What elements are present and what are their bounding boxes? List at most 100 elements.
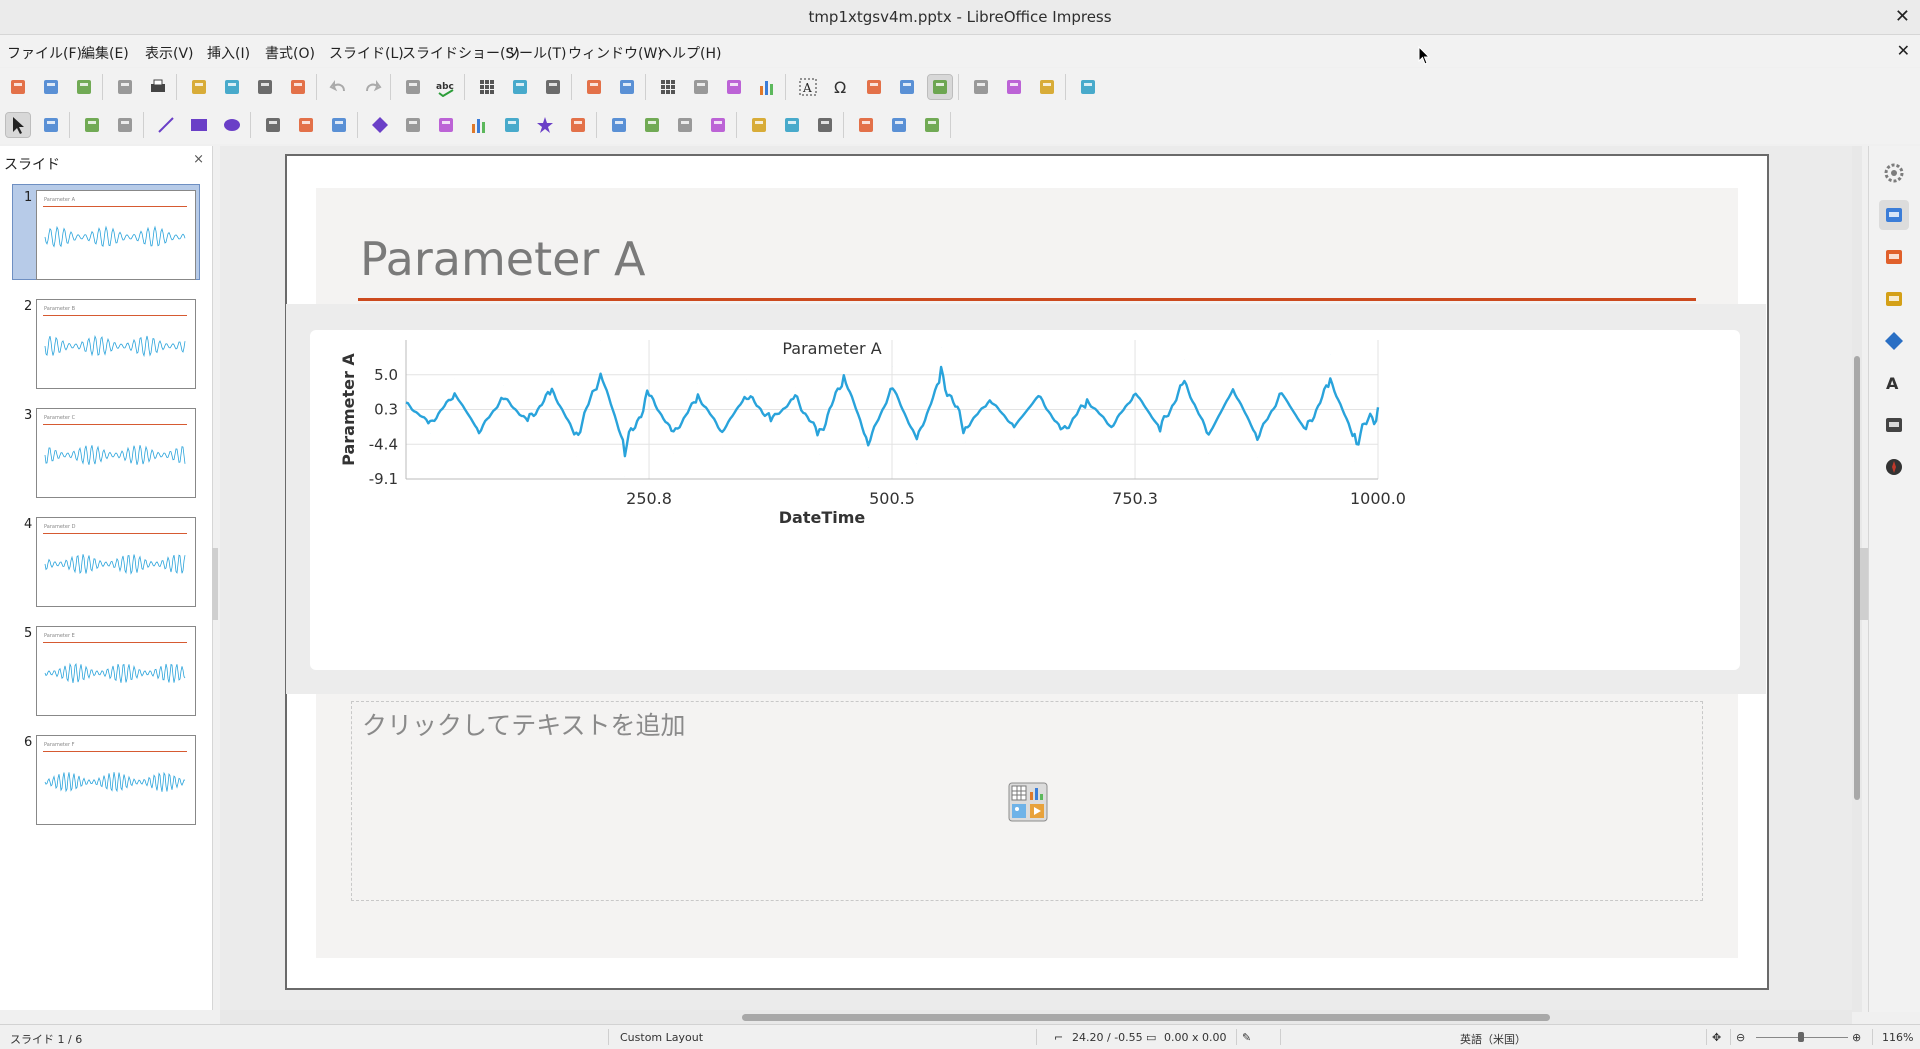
menu-view[interactable]: 表示(V) [145,43,194,63]
slide-layout-button[interactable] [508,75,532,99]
print-button[interactable] [146,75,170,99]
rotate-button[interactable] [607,113,631,137]
curves-button[interactable] [294,113,318,137]
special-character-button[interactable]: Ω [829,75,853,99]
slide-thumbnail[interactable]: Parameter C [36,408,196,498]
line-color-button[interactable] [80,113,104,137]
copy-button[interactable] [220,75,244,99]
select-button[interactable] [6,113,30,137]
spelling-button[interactable]: abc [434,75,458,99]
toggle-extrusion-button[interactable] [920,113,944,137]
menu-tools[interactable]: ツール(T) [505,43,566,63]
3d-objects-button[interactable] [566,113,590,137]
shapes-deck-button[interactable] [1879,326,1909,356]
slide-thumbnail[interactable]: Parameter B [36,299,196,389]
callouts-button[interactable] [500,113,524,137]
animation-deck-button[interactable] [1879,242,1909,272]
chart[interactable]: 5.00.3-4.4-9.1250.8500.5750.31000.0Param… [310,330,1740,670]
slides-pane-splitter[interactable] [212,548,218,620]
stars-button[interactable] [533,113,557,137]
slide-transition-deck-button[interactable] [1879,200,1909,230]
slides-pane-close-button[interactable]: × [193,152,204,167]
hyperlink-button[interactable] [895,75,919,99]
zoom-out-button[interactable]: ⊖ [1736,1031,1745,1044]
master-slides-button[interactable] [1076,75,1100,99]
text-box-button[interactable]: A [796,75,820,99]
menu-edit[interactable]: 編集(E) [81,43,129,63]
slide-title[interactable]: Parameter A [360,232,645,286]
points-button[interactable] [854,113,878,137]
text-placeholder[interactable]: クリックしてテキストを追加 [351,701,1703,901]
flowchart-button[interactable] [467,113,491,137]
new-slide-button[interactable] [969,75,993,99]
styles-deck-button[interactable]: A [1879,368,1909,398]
fontwork-button[interactable] [862,75,886,99]
glue-points-button[interactable] [887,113,911,137]
menu-file[interactable]: ファイル(F) [7,43,82,63]
align-button[interactable] [640,113,664,137]
language-status[interactable]: 英語（米国） [1460,1031,1526,1047]
chart-button[interactable] [755,75,779,99]
fill-color-button[interactable] [113,113,137,137]
redo-button[interactable] [360,75,384,99]
fit-slide-icon[interactable]: ✥ [1712,1031,1721,1044]
zoom-in-button[interactable]: ⊕ [1852,1031,1861,1044]
menu-help[interactable]: ヘルプ(H) [658,43,721,63]
navigator-deck-button[interactable] [1879,452,1909,482]
block-arrows-button[interactable] [434,113,458,137]
ellipse-button[interactable] [220,113,244,137]
export-pdf-button[interactable] [113,75,137,99]
start-current-slide-button[interactable] [615,75,639,99]
zoom-pan-button[interactable] [39,113,63,137]
find-replace-button[interactable] [401,75,425,99]
horizontal-scrollbar[interactable] [220,1010,1852,1024]
menu-slide[interactable]: スライド(L) [329,43,404,63]
media-button[interactable] [722,75,746,99]
horizontal-scroll-thumb[interactable] [742,1014,1550,1021]
menu-slideshow[interactable]: スライドショー(S) [402,43,520,63]
duplicate-slide-button[interactable] [1002,75,1026,99]
image-button[interactable] [689,75,713,99]
menu-insert[interactable]: 挿入(I) [207,43,250,63]
grid-button[interactable] [475,75,499,99]
properties-deck-button[interactable] [1879,158,1909,188]
show-draw-functions-button[interactable] [928,75,952,99]
slide-thumbnail[interactable]: Parameter A [36,190,196,280]
slide-thumbnail[interactable]: Parameter E [36,626,196,716]
slide-thumbnail[interactable]: Parameter D [36,517,196,607]
table-button[interactable] [656,75,680,99]
save-button[interactable] [72,75,96,99]
window-close-button[interactable]: ✕ [1895,6,1910,27]
lines-arrows-button[interactable] [261,113,285,137]
crop-button[interactable] [780,113,804,137]
new-button[interactable] [6,75,30,99]
delete-slide-button[interactable] [1035,75,1059,99]
menu-window[interactable]: ウィンドウ(W) [568,43,663,63]
connectors-button[interactable] [327,113,351,137]
gallery-deck-button[interactable] [1879,410,1909,440]
insert-object-icon[interactable] [1008,782,1048,822]
zoom-slider-thumb[interactable] [1798,1032,1804,1042]
undo-button[interactable] [327,75,351,99]
basic-shapes-button[interactable] [368,113,392,137]
start-first-slide-button[interactable] [582,75,606,99]
cut-button[interactable] [187,75,211,99]
zoom-percent[interactable]: 116% [1882,1031,1913,1044]
master-slides-deck-button[interactable] [1879,284,1909,314]
rectangle-button[interactable] [187,113,211,137]
document-modified-icon[interactable]: ✎ [1242,1031,1251,1044]
symbol-shapes-button[interactable] [401,113,425,137]
display-views-button[interactable] [541,75,565,99]
filter-button[interactable] [813,113,837,137]
slide-thumbnail[interactable]: Parameter F [36,735,196,825]
shadow-button[interactable] [747,113,771,137]
open-button[interactable] [39,75,63,99]
menu-format[interactable]: 書式(O) [265,43,315,63]
clone-formatting-button[interactable] [286,75,310,99]
line-button[interactable] [154,113,178,137]
sidebar-splitter[interactable] [1860,548,1868,620]
paste-button[interactable] [253,75,277,99]
document-close-button[interactable]: ✕ [1897,41,1910,60]
arrange-button[interactable] [673,113,697,137]
distribute-button[interactable] [706,113,730,137]
